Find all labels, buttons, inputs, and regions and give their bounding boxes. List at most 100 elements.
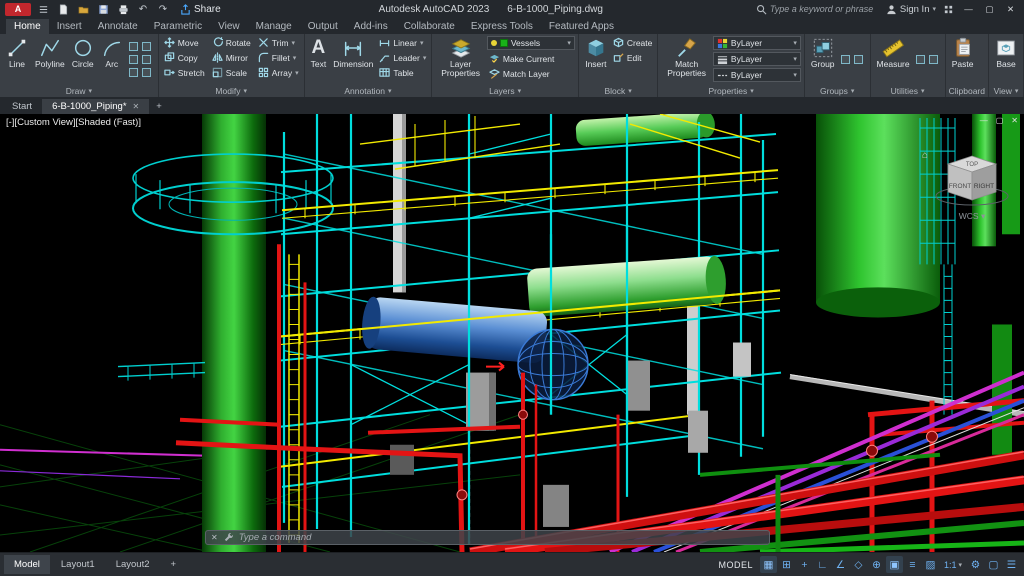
polar-tracking-icon[interactable]: ∠ (832, 556, 849, 573)
maximize-button[interactable]: ▢ (981, 1, 998, 17)
groups-extra-tools[interactable] (839, 35, 867, 86)
create-block-button[interactable]: Create (611, 35, 655, 50)
base-view-button[interactable]: Base (992, 35, 1020, 86)
add-layout-button[interactable]: + (161, 555, 187, 574)
model-space-toggle[interactable]: MODEL (712, 560, 759, 570)
lineweight-display-icon[interactable]: ≡ (904, 556, 921, 573)
object-color-dropdown[interactable]: ByLayer ▾ (712, 36, 801, 50)
wireframe-sphere[interactable] (517, 328, 589, 401)
share-button[interactable]: Share (175, 4, 226, 15)
line-tool[interactable]: Line (3, 35, 31, 86)
tab-express-tools[interactable]: Express Tools (463, 19, 541, 34)
viewport-canvas[interactable] (0, 114, 1024, 552)
insert-block-button[interactable]: Insert (582, 35, 610, 86)
linetype-dropdown[interactable]: ByLayer ▾ (712, 68, 801, 82)
layer-dropdown[interactable]: Vessels ▾ (486, 36, 575, 50)
vp-restore-icon[interactable]: ▢ (996, 116, 1004, 125)
draw-extra-icon[interactable] (141, 55, 151, 64)
draw-extra-tools[interactable] (127, 35, 155, 86)
isometric-drafting-icon[interactable]: ◇ (850, 556, 867, 573)
plot-icon[interactable] (115, 2, 131, 17)
utilities-extra-tools[interactable] (914, 35, 942, 86)
storage-tank[interactable] (816, 114, 940, 318)
tab-featured-apps[interactable]: Featured Apps (541, 19, 622, 34)
layers-panel-label[interactable]: Layers ▾ (433, 86, 577, 97)
annotation-panel-label[interactable]: Annotation ▾ (306, 86, 431, 97)
edit-block-button[interactable]: Edit (611, 50, 655, 65)
make-current-button[interactable]: Make Current (487, 51, 575, 66)
search-input[interactable] (769, 4, 882, 14)
new-drawing-button[interactable]: + (149, 99, 169, 114)
quick-calc-icon[interactable] (928, 55, 938, 64)
ungroup-icon[interactable] (853, 55, 863, 64)
tab-output[interactable]: Output (300, 19, 346, 34)
view-panel-label[interactable]: View ▾ (990, 86, 1022, 97)
layout2-tab[interactable]: Layout2 (106, 555, 160, 574)
minimize-button[interactable]: — (960, 1, 977, 17)
infer-constraints-icon[interactable]: + (796, 556, 813, 573)
group-button[interactable]: Group (808, 35, 838, 86)
layer-properties-button[interactable]: Layer Properties (435, 35, 486, 86)
drawing-tab[interactable]: 6-B-1000_Piping* ✕ (42, 99, 150, 114)
app-menu-icon[interactable] (35, 2, 51, 17)
block-panel-label[interactable]: Block ▾ (580, 86, 657, 97)
vp-minimize-icon[interactable]: — (980, 116, 988, 125)
vp-close-icon[interactable]: ✕ (1011, 116, 1018, 125)
draw-panel-label[interactable]: Draw ▾ (1, 86, 157, 97)
tab-home[interactable]: Home (6, 19, 49, 34)
viewcube-home-icon[interactable]: ⌂ (922, 150, 928, 161)
array-tool[interactable]: Array ▾ (256, 65, 301, 80)
fillet-tool[interactable]: Fillet ▾ (256, 50, 301, 65)
object-snap-icon[interactable]: ▣ (885, 556, 903, 573)
wcs-selector[interactable]: WCS ▾ (959, 211, 985, 222)
start-tab[interactable]: Start (2, 99, 42, 114)
measure-button[interactable]: Measure (874, 35, 913, 86)
open-file-icon[interactable] (75, 2, 91, 17)
match-layer-button[interactable]: Match Layer (487, 66, 575, 81)
leader-tool[interactable]: Leader ▾ (377, 50, 428, 65)
circle-tool[interactable]: Circle (69, 35, 97, 86)
linear-tool[interactable]: Linear ▾ (377, 35, 428, 50)
command-customize-icon[interactable] (223, 532, 234, 543)
viewport[interactable]: [-][Custom View][Shaded (Fast)] — ▢ ✕ ⌂ … (0, 114, 1024, 552)
customize-icon[interactable]: ☰ (1003, 556, 1020, 573)
grid-icon[interactable]: ▦ (759, 556, 777, 573)
rotate-tool[interactable]: Rotate (210, 35, 253, 50)
save-icon[interactable] (95, 2, 111, 17)
match-properties-button[interactable]: Match Properties (661, 35, 712, 86)
properties-panel-label[interactable]: Properties ▾ (659, 86, 803, 97)
object-snap-tracking-icon[interactable]: ⊕ (868, 556, 885, 573)
viewcube[interactable]: ⌂ TOP FRONT RIGHT WCS ▾ (922, 150, 1014, 222)
workspace-gear-icon[interactable]: ⚙ (967, 556, 984, 573)
tab-view[interactable]: View (210, 19, 248, 34)
scale-tool[interactable]: Scale (210, 65, 253, 80)
command-close-icon[interactable]: ✕ (211, 533, 218, 542)
ortho-icon[interactable]: ∟ (814, 556, 831, 573)
copy-tool[interactable]: Copy (162, 50, 207, 65)
command-input[interactable] (238, 532, 764, 543)
tab-collaborate[interactable]: Collaborate (396, 19, 463, 34)
polyline-tool[interactable]: Polyline (32, 35, 68, 86)
tab-manage[interactable]: Manage (248, 19, 300, 34)
dimension-tool[interactable]: Dimension (330, 35, 376, 86)
viewcube-right-face[interactable]: RIGHT (974, 183, 994, 190)
search-box[interactable] (756, 4, 882, 15)
group-edit-icon[interactable] (840, 55, 850, 64)
clipboard-panel-label[interactable]: Clipboard (947, 86, 987, 97)
close-button[interactable]: ✕ (1002, 1, 1019, 17)
redo-icon[interactable]: ↷ (155, 2, 171, 17)
new-file-icon[interactable] (55, 2, 71, 17)
paste-button[interactable]: Paste (949, 35, 977, 86)
clean-screen-icon[interactable]: ▢ (985, 556, 1002, 573)
model-tab[interactable]: Model (4, 555, 50, 574)
id-point-icon[interactable] (915, 55, 925, 64)
mirror-tool[interactable]: Mirror (210, 50, 253, 65)
apps-icon[interactable] (940, 2, 956, 17)
arc-tool[interactable]: Arc (98, 35, 126, 86)
draw-extra-icon[interactable] (141, 42, 151, 51)
stretch-tool[interactable]: Stretch (162, 65, 207, 80)
text-tool[interactable]: A Text (308, 35, 330, 86)
annotation-scale[interactable]: 1:1 ▾ (940, 560, 966, 570)
draw-extra-icon[interactable] (128, 55, 138, 64)
viewcube-top-face[interactable]: TOP (966, 162, 978, 168)
